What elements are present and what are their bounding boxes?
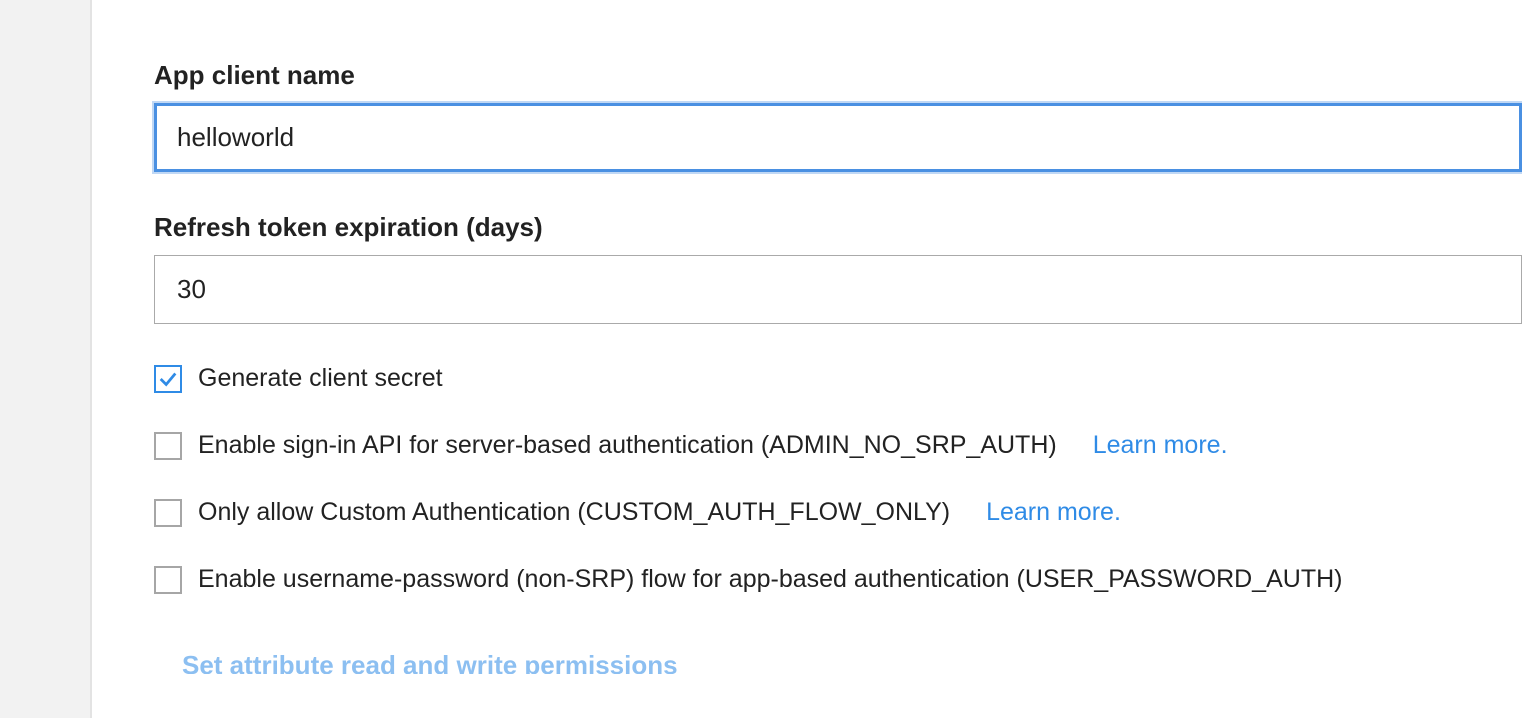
custom-auth-row: Only allow Custom Authentication (CUSTOM… bbox=[154, 498, 1522, 527]
refresh-token-expiration-input[interactable] bbox=[154, 255, 1522, 324]
page-root: App client name Refresh token expiration… bbox=[0, 0, 1522, 718]
generate-client-secret-label: Generate client secret bbox=[198, 364, 443, 393]
admin-no-srp-row: Enable sign-in API for server-based auth… bbox=[154, 431, 1522, 460]
admin-no-srp-checkbox[interactable] bbox=[154, 432, 182, 460]
content-area: App client name Refresh token expiration… bbox=[92, 0, 1522, 718]
app-client-name-group: App client name bbox=[154, 60, 1522, 172]
app-client-name-label: App client name bbox=[154, 60, 1522, 91]
admin-no-srp-label: Enable sign-in API for server-based auth… bbox=[198, 431, 1057, 460]
refresh-token-expiration-group: Refresh token expiration (days) bbox=[154, 212, 1522, 324]
user-password-auth-label: Enable username-password (non-SRP) flow … bbox=[198, 565, 1342, 594]
admin-no-srp-learn-more-link[interactable]: Learn more. bbox=[1093, 431, 1228, 460]
custom-auth-learn-more-link[interactable]: Learn more. bbox=[986, 498, 1121, 527]
sidebar-placeholder bbox=[0, 0, 92, 718]
refresh-token-expiration-label: Refresh token expiration (days) bbox=[154, 212, 1522, 243]
generate-client-secret-checkbox[interactable] bbox=[154, 365, 182, 393]
set-attribute-permissions-link[interactable]: Set attribute read and write permissions bbox=[182, 652, 678, 674]
user-password-auth-row: Enable username-password (non-SRP) flow … bbox=[154, 565, 1522, 594]
check-icon bbox=[157, 368, 179, 390]
app-client-name-input[interactable] bbox=[154, 103, 1522, 172]
user-password-auth-checkbox[interactable] bbox=[154, 566, 182, 594]
custom-auth-label: Only allow Custom Authentication (CUSTOM… bbox=[198, 498, 950, 527]
generate-client-secret-row: Generate client secret bbox=[154, 364, 1522, 393]
custom-auth-checkbox[interactable] bbox=[154, 499, 182, 527]
